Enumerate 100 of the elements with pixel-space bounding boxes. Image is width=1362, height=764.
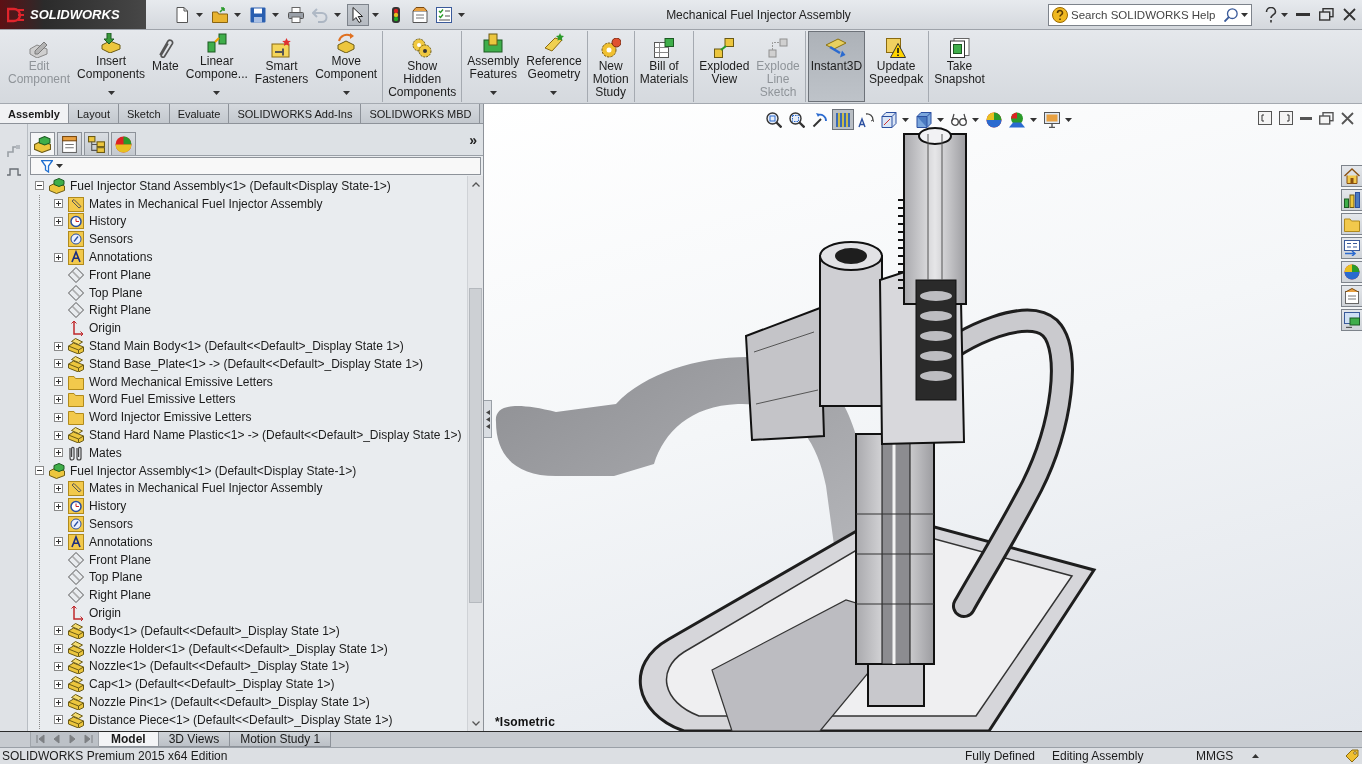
search-input[interactable]: Search SOLIDWORKS Help — [1071, 8, 1221, 21]
ribbon-tab[interactable]: SOLIDWORKS Add-Ins — [229, 104, 362, 123]
chevron-down-icon[interactable] — [471, 720, 480, 726]
view-tool-button[interactable] — [878, 109, 900, 130]
tree-item[interactable]: Sensors — [89, 517, 134, 532]
task-pane-tab[interactable] — [1341, 309, 1362, 331]
caret-icon[interactable] — [107, 91, 115, 95]
tree-item[interactable]: Nozzle Pin<1> (Default<<Default>_Display State 1>) — [89, 695, 370, 709]
tree-item[interactable]: Word Fuel Emissive Letters — [89, 392, 236, 407]
tree-item[interactable]: Right Plane — [89, 303, 152, 318]
caret-icon[interactable] — [550, 91, 558, 95]
expand-toggle[interactable] — [54, 359, 63, 369]
tree-item[interactable]: Stand Hard Name Plastic<1> -> (Default<<Default>_Display State 1>) — [89, 428, 462, 443]
tree-item[interactable]: Fuel Injector Stand Assembly<1> (Default<Display State-1>) — [70, 178, 391, 193]
caret-icon[interactable] — [1030, 117, 1037, 122]
caret-icon[interactable] — [489, 91, 497, 95]
view-tool-button[interactable] — [763, 109, 785, 130]
task-pane-tab[interactable] — [1341, 165, 1362, 187]
expand-toggle[interactable] — [54, 448, 63, 458]
tree-item[interactable]: Fuel Injector Assembly<1> (Default<Display State-1>) — [70, 463, 357, 478]
quick-access-button[interactable] — [347, 3, 369, 26]
bottom-tab[interactable]: Model — [99, 732, 159, 747]
caret-icon[interactable] — [1065, 117, 1072, 122]
expand-toggle[interactable] — [54, 715, 63, 725]
ribbon-button[interactable]: Exploded View — [696, 31, 753, 102]
scrollbar[interactable] — [467, 176, 483, 731]
expand-panel-button[interactable]: » — [465, 131, 481, 148]
tree-item[interactable]: Sensors — [89, 232, 134, 247]
tree-item[interactable]: Nozzle Holder<1> (Default<<Default>_Display State 1>) — [89, 641, 388, 656]
tree-item[interactable]: History — [89, 499, 127, 514]
tree-item[interactable]: Word Mechanical Emissive Letters — [89, 374, 273, 389]
expand-toggle[interactable] — [54, 537, 63, 547]
ribbon-button[interactable]: Bill of Materials — [636, 31, 692, 102]
expand-toggle[interactable] — [54, 679, 63, 689]
panel-tab[interactable] — [84, 132, 109, 155]
caret-icon[interactable] — [213, 91, 221, 95]
tree-item[interactable]: Origin — [89, 321, 121, 336]
ribbon-button[interactable]: Assembly Features — [464, 31, 523, 102]
units-label[interactable]: MMGS — [1196, 749, 1252, 763]
expand-toggle[interactable] — [54, 252, 63, 262]
minimize-icon[interactable] — [1300, 116, 1312, 120]
tree-item[interactable]: Top Plane — [89, 285, 143, 300]
tree-item[interactable]: Front Plane — [89, 267, 152, 282]
ribbon-button[interactable]: Mate — [149, 31, 182, 102]
caret-icon[interactable] — [234, 12, 241, 17]
expand-toggle[interactable] — [54, 644, 63, 654]
tree-item[interactable]: Annotations — [89, 534, 153, 549]
caret-icon[interactable] — [196, 12, 203, 17]
tree-item[interactable]: Origin — [89, 606, 121, 620]
expand-toggle[interactable] — [54, 412, 63, 422]
tile-right-icon[interactable] — [1279, 111, 1293, 125]
expand-toggle[interactable] — [54, 217, 63, 226]
task-pane-tab[interactable] — [1341, 261, 1362, 283]
bottom-tab[interactable]: Motion Study 1 — [230, 732, 332, 747]
ribbon-tab[interactable]: Evaluate — [169, 104, 230, 123]
ribbon-button[interactable]: Update Speedpak — [866, 31, 927, 102]
task-pane-tab[interactable] — [1341, 237, 1362, 259]
ribbon-tab[interactable]: Assembly — [0, 104, 69, 123]
panel-tab[interactable] — [30, 132, 55, 155]
ribbon-tab[interactable]: Sketch — [119, 104, 170, 123]
chevron-up-icon[interactable] — [471, 181, 480, 187]
tree-item[interactable]: Annotations — [89, 250, 153, 265]
tag-icon[interactable] — [1345, 749, 1359, 763]
ribbon-tab[interactable]: SOLIDWORKS MBD — [361, 104, 481, 123]
expand-toggle[interactable] — [35, 181, 44, 191]
tree-item[interactable]: Right Plane — [89, 588, 152, 603]
ribbon-button[interactable]: Move Component — [312, 31, 381, 102]
view-tool-button[interactable] — [786, 109, 808, 130]
filter-field[interactable] — [30, 157, 481, 175]
caret-icon[interactable] — [972, 117, 979, 122]
view-tool-button[interactable] — [1041, 109, 1063, 130]
tree-item[interactable]: Mates — [89, 445, 122, 460]
ribbon-button[interactable]: Reference Geometry — [523, 31, 585, 102]
expand-toggle[interactable] — [54, 501, 63, 511]
task-pane-tab[interactable] — [1341, 189, 1362, 211]
tree-item[interactable]: Word Injector Emissive Letters — [89, 410, 252, 425]
tree-item[interactable]: Cap<1> (Default<<Default>_Display State 1>) — [89, 677, 335, 692]
tree-item[interactable]: Stand Main Body<1> (Default<<Default>_Display State 1>) — [89, 339, 404, 354]
panel-tab[interactable] — [111, 132, 136, 155]
caret-icon[interactable] — [458, 12, 465, 17]
tree-item[interactable]: Distance Piece<1> (Default<<Default>_Display State 1>) — [89, 712, 393, 727]
caret-icon[interactable] — [937, 117, 944, 122]
task-pane-tab[interactable] — [1341, 285, 1362, 307]
panel-tab[interactable] — [57, 132, 82, 155]
caret-icon[interactable] — [272, 12, 279, 17]
expand-toggle[interactable] — [54, 377, 63, 387]
tree-item[interactable]: Mates in Mechanical Fuel Injector Assembly — [89, 481, 323, 496]
task-pane-tab[interactable] — [1341, 213, 1362, 235]
expand-toggle[interactable] — [54, 661, 63, 671]
step-line-icon[interactable] — [6, 168, 21, 176]
expand-toggle[interactable] — [54, 394, 63, 404]
scroll-thumb[interactable] — [469, 288, 482, 603]
expand-toggle[interactable] — [54, 626, 63, 636]
ribbon-button[interactable]: Instant3D — [807, 31, 866, 102]
search-field[interactable]: Search SOLIDWORKS Help — [1048, 3, 1252, 26]
ribbon-button[interactable]: Smart Fasteners — [251, 31, 312, 102]
tree-item[interactable]: Front Plane — [89, 552, 152, 567]
ribbon-button[interactable]: New Motion Study — [589, 31, 632, 102]
search-icon[interactable] — [1224, 7, 1238, 22]
tree-item[interactable]: Top Plane — [89, 570, 143, 585]
